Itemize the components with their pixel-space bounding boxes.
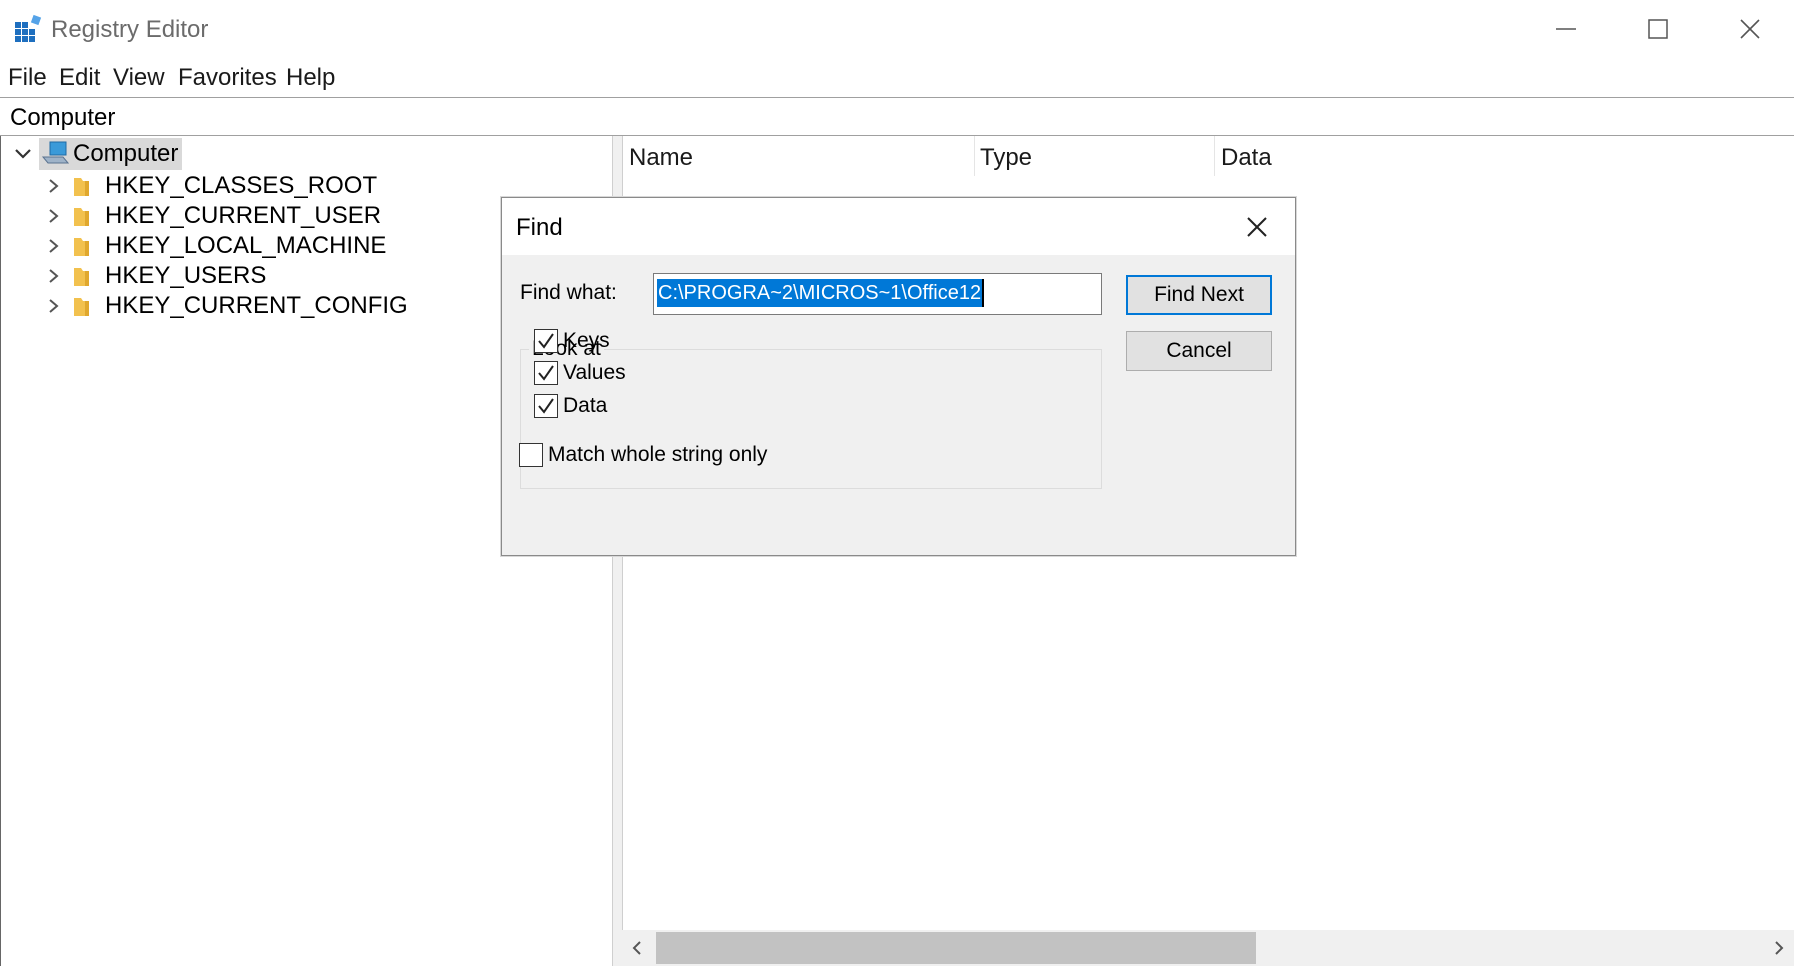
column-header-name[interactable]: Name bbox=[629, 144, 693, 172]
horizontal-scrollbar[interactable] bbox=[622, 930, 1794, 966]
tree-item-label: HKEY_USERS bbox=[105, 262, 267, 289]
tree-root-label: Computer bbox=[73, 140, 179, 167]
menu-edit[interactable]: Edit bbox=[59, 64, 100, 92]
folder-icon bbox=[74, 238, 89, 256]
find-dialog-title: Find bbox=[516, 214, 563, 241]
tree-item-hkcu[interactable]: HKEY_CURRENT_USER bbox=[45, 200, 381, 232]
find-what-label: Find what: bbox=[520, 281, 617, 304]
checkmark-icon bbox=[538, 365, 554, 381]
chevron-right-icon[interactable] bbox=[45, 176, 61, 196]
find-what-value: C:\PROGRA~2\MICROS~1\Office12 bbox=[657, 279, 983, 307]
maximize-button[interactable] bbox=[1612, 0, 1704, 58]
tree-item-label: HKEY_CURRENT_USER bbox=[105, 202, 382, 229]
address-value: Computer bbox=[10, 104, 116, 131]
tree-item-label: HKEY_LOCAL_MACHINE bbox=[105, 232, 387, 259]
menu-view[interactable]: View bbox=[113, 64, 165, 92]
chevron-right-icon[interactable] bbox=[45, 206, 61, 226]
find-dialog-close-button[interactable] bbox=[1236, 206, 1278, 248]
chevron-down-icon[interactable] bbox=[13, 144, 33, 164]
close-icon bbox=[1247, 217, 1267, 237]
keys-label[interactable]: Keys bbox=[563, 329, 610, 353]
close-icon bbox=[1740, 19, 1760, 39]
close-window-button[interactable] bbox=[1704, 0, 1794, 58]
find-what-input[interactable]: C:\PROGRA~2\MICROS~1\Office12 bbox=[653, 273, 1102, 315]
values-label[interactable]: Values bbox=[563, 361, 626, 385]
scrollbar-thumb[interactable] bbox=[656, 932, 1256, 964]
title-bar: Registry Editor bbox=[0, 0, 1794, 58]
column-header-type[interactable]: Type bbox=[980, 144, 1032, 172]
computer-icon bbox=[41, 141, 69, 164]
find-dialog: Find Find what: C:\PROGRA~2\MICROS~1\Off… bbox=[501, 197, 1296, 556]
tree-item-hkcc[interactable]: HKEY_CURRENT_CONFIG bbox=[45, 290, 408, 322]
keys-checkbox[interactable] bbox=[534, 329, 558, 353]
folder-icon bbox=[74, 268, 89, 286]
tree-item-label: HKEY_CURRENT_CONFIG bbox=[105, 292, 408, 319]
minimize-button[interactable] bbox=[1520, 0, 1612, 58]
folder-icon bbox=[74, 178, 89, 196]
maximize-icon bbox=[1648, 19, 1668, 39]
match-whole-string-checkbox[interactable] bbox=[519, 443, 543, 467]
window-title: Registry Editor bbox=[51, 16, 209, 43]
match-whole-string-label[interactable]: Match whole string only bbox=[548, 443, 767, 467]
scroll-left-icon[interactable] bbox=[630, 940, 644, 956]
chevron-right-icon[interactable] bbox=[45, 266, 61, 286]
cancel-button[interactable]: Cancel bbox=[1126, 331, 1272, 371]
tree-item-hku[interactable]: HKEY_USERS bbox=[45, 260, 266, 292]
tree-item-computer[interactable]: Computer bbox=[13, 138, 183, 170]
address-bar[interactable]: Computer bbox=[0, 97, 1794, 136]
checkmark-icon bbox=[538, 333, 554, 349]
menu-favorites[interactable]: Favorites bbox=[178, 64, 277, 92]
column-divider[interactable] bbox=[1214, 136, 1215, 176]
menu-help[interactable]: Help bbox=[286, 64, 335, 92]
find-dialog-title-bar: Find bbox=[502, 198, 1295, 255]
menu-file[interactable]: File bbox=[8, 64, 47, 92]
tree-item-hkcr[interactable]: HKEY_CLASSES_ROOT bbox=[45, 170, 377, 202]
find-next-button[interactable]: Find Next bbox=[1126, 275, 1272, 315]
values-checkbox[interactable] bbox=[534, 361, 558, 385]
folder-icon bbox=[74, 208, 89, 226]
scroll-right-icon[interactable] bbox=[1772, 940, 1786, 956]
registry-editor-app-icon bbox=[14, 14, 42, 42]
checkmark-icon bbox=[538, 398, 554, 414]
chevron-right-icon[interactable] bbox=[45, 236, 61, 256]
minimize-icon bbox=[1556, 28, 1576, 30]
text-caret bbox=[982, 279, 984, 307]
folder-icon bbox=[74, 298, 89, 316]
data-checkbox[interactable] bbox=[534, 394, 558, 418]
column-divider[interactable] bbox=[974, 136, 975, 176]
tree-item-hklm[interactable]: HKEY_LOCAL_MACHINE bbox=[45, 230, 386, 262]
data-label[interactable]: Data bbox=[563, 394, 607, 418]
tree-item-label: HKEY_CLASSES_ROOT bbox=[105, 172, 378, 199]
menu-bar: File Edit View Favorites Help bbox=[0, 60, 1794, 96]
column-header-data[interactable]: Data bbox=[1221, 144, 1272, 172]
chevron-right-icon[interactable] bbox=[45, 296, 61, 316]
